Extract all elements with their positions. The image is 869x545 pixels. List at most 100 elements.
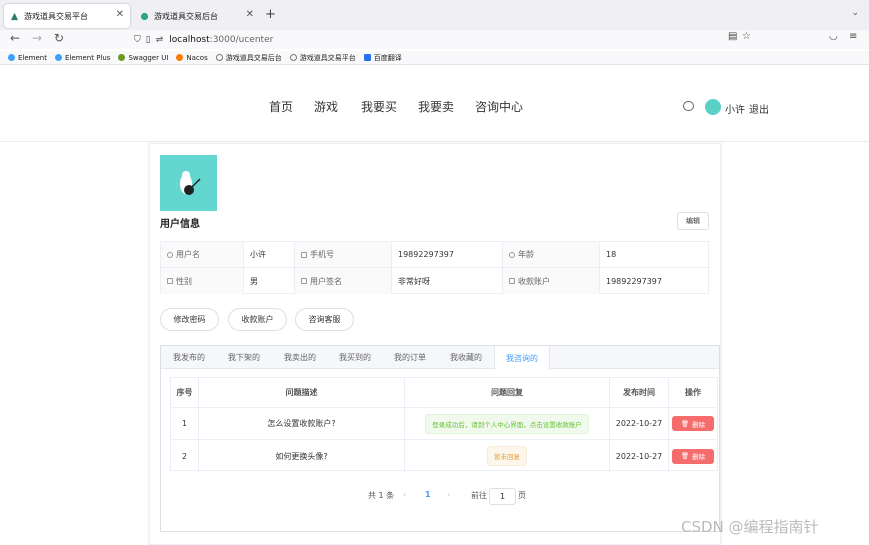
payment-account-button[interactable]: 收款账户 — [228, 308, 287, 331]
gender-label: 性别 — [161, 268, 244, 294]
avatar-figure-icon — [180, 171, 201, 195]
globe-icon — [289, 54, 297, 61]
col-header-index: 序号 — [171, 378, 199, 408]
bookmarks-bar: Element Element Plus Swagger UI Nacos 游戏… — [0, 51, 869, 65]
menu-icon[interactable]: ≡ — [849, 31, 857, 42]
trash-icon: 🗑 — [680, 452, 690, 460]
next-page-icon[interactable]: › — [447, 490, 450, 499]
change-password-button[interactable]: 修改密码 — [160, 308, 219, 331]
nav-buy[interactable]: 我要买 — [361, 98, 397, 115]
back-icon[interactable]: ← — [10, 31, 20, 45]
table-row-date: 2022-10-27 — [610, 408, 669, 440]
bookmark-nacos[interactable]: Nacos — [176, 54, 208, 62]
table-row-index: 2 — [171, 440, 199, 472]
nav-games[interactable]: 游戏 — [314, 98, 338, 115]
nav-sell[interactable]: 我要卖 — [418, 98, 454, 115]
avatar[interactable] — [705, 99, 721, 115]
tab-my-sold[interactable]: 我卖出的 — [284, 346, 316, 369]
tab-close-icon[interactable]: ✕ — [116, 9, 124, 20]
pocket-icon[interactable]: ◡ — [829, 31, 838, 42]
bookmark-baidu-translate[interactable]: 百度翻译 — [363, 53, 402, 63]
page-number-current[interactable]: 1 — [425, 490, 431, 499]
table-row-reply: 登录成功后，请到个人中心界面，点击设置收款账户 — [405, 408, 610, 440]
new-tab-icon[interactable]: + — [265, 7, 276, 22]
browser-tab-bar: 游戏道具交易平台 ✕ 游戏道具交易后台 ✕ + ⌄ — [0, 0, 869, 30]
browser-tab-active[interactable]: 游戏道具交易平台 ✕ — [4, 4, 130, 28]
goto-prefix: 前往 — [471, 491, 487, 500]
url-bar[interactable]: ⛉ ▯ ⇌ localhost:3000/ucenter — [134, 32, 762, 47]
bookmark-platform[interactable]: 游戏道具交易平台 — [289, 53, 356, 63]
tab-my-published[interactable]: 我发布的 — [173, 346, 205, 369]
gender-icon — [167, 278, 173, 284]
office-icon — [301, 278, 307, 284]
tab-my-delisted[interactable]: 我下架的 — [228, 346, 260, 369]
logout-link[interactable]: 退出 — [749, 101, 769, 116]
url-host: localhost — [169, 34, 210, 45]
contact-support-button[interactable]: 咨询客服 — [295, 308, 354, 331]
col-header-reply: 问题回复 — [405, 378, 610, 408]
chevron-down-icon[interactable]: ⌄ — [851, 8, 859, 18]
user-info-table: 用户名 小许 手机号 19892297397 年龄 18 性别 男 用户签名 非… — [160, 241, 709, 294]
office-icon — [509, 278, 515, 284]
goto-suffix: 页 — [518, 491, 526, 500]
header-divider — [0, 141, 869, 142]
translate-icon — [363, 54, 371, 61]
forward-icon[interactable]: → — [32, 31, 42, 45]
browser-tab-inactive[interactable]: 游戏道具交易后台 ✕ — [134, 4, 260, 28]
col-header-question: 问题描述 — [199, 378, 405, 408]
trash-icon: 🗑 — [680, 419, 690, 428]
bookmark-admin[interactable]: 游戏道具交易后台 — [215, 53, 282, 63]
bookmark-icon — [118, 54, 126, 61]
tab-close-icon[interactable]: ✕ — [246, 9, 254, 20]
consultation-table: 序号 问题描述 问题回复 发布时间 操作 1 怎么设置收款账户? 登录成功后，请… — [170, 377, 718, 472]
url-path: :3000/ucenter — [209, 34, 274, 45]
bookmark-icon — [8, 54, 15, 61]
section-title: 用户信息 — [160, 219, 200, 230]
reply-tag-success: 登录成功后，请到个人中心界面，点击设置收款账户 — [425, 413, 589, 434]
watermark: CSDN @编程指南针 — [681, 518, 819, 536]
age-label: 年龄 — [503, 242, 600, 268]
tabs-header: 我发布的 我下架的 我卖出的 我买到的 我的订单 我收藏的 我咨询的 — [161, 346, 719, 370]
browser-tab-title: 游戏道具交易后台 — [154, 11, 218, 21]
tab-my-bought[interactable]: 我买到的 — [339, 346, 371, 369]
account-value: 19892297397 — [606, 276, 662, 286]
site-favicon-icon — [10, 12, 19, 20]
table-row-date: 2022-10-27 — [610, 440, 669, 472]
bookmark-element[interactable]: Element — [8, 54, 47, 62]
table-row-action: 🗑 删除 — [669, 440, 717, 472]
admin-favicon-icon — [140, 12, 149, 20]
header-username[interactable]: 小许 — [725, 101, 745, 116]
delete-button[interactable]: 🗑 删除 — [672, 416, 714, 431]
age-value: 18 — [600, 242, 708, 268]
nav-home[interactable]: 首页 — [269, 98, 293, 115]
delete-button[interactable]: 🗑 删除 — [672, 448, 714, 464]
browser-tab-title: 游戏道具交易平台 — [24, 11, 88, 21]
bookmark-swagger[interactable]: Swagger UI — [118, 54, 168, 62]
signature-label: 用户签名 — [295, 268, 392, 294]
tab-my-consultations[interactable]: 我咨询的 — [494, 346, 550, 370]
tab-my-favorites[interactable]: 我收藏的 — [450, 346, 482, 369]
table-row-index: 1 — [171, 408, 199, 440]
table-row-question: 如何更换头像? — [199, 440, 405, 472]
gender-value: 男 — [244, 268, 295, 294]
edit-button[interactable]: 编辑 — [677, 212, 709, 230]
chat-icon[interactable] — [683, 101, 694, 111]
reload-icon[interactable]: ↻ — [54, 31, 64, 45]
table-row-reply: 暂未回复 — [405, 440, 610, 472]
pagination-total: 共 1 条 — [368, 491, 395, 500]
nav-consult-center[interactable]: 咨询中心 — [475, 98, 523, 115]
shield-icon: ⛉ — [134, 34, 141, 45]
username-value: 小许 — [244, 242, 295, 268]
reader-view-icon[interactable]: ▤ — [728, 31, 737, 42]
goto-page-input[interactable]: 1 — [489, 488, 516, 505]
tab-my-orders[interactable]: 我的订单 — [394, 346, 426, 369]
bookmark-element-plus[interactable]: Element Plus — [54, 54, 110, 62]
page-icon: ▯ — [145, 34, 151, 45]
reply-tag-warning: 暂未回复 — [487, 446, 527, 466]
globe-icon — [215, 54, 223, 61]
prev-page-icon[interactable]: ‹ — [403, 490, 406, 499]
col-header-date: 发布时间 — [610, 378, 669, 408]
account-label: 收款账户 — [503, 268, 600, 294]
bookmark-icon — [54, 54, 62, 61]
bookmark-star-icon[interactable]: ☆ — [742, 31, 751, 42]
